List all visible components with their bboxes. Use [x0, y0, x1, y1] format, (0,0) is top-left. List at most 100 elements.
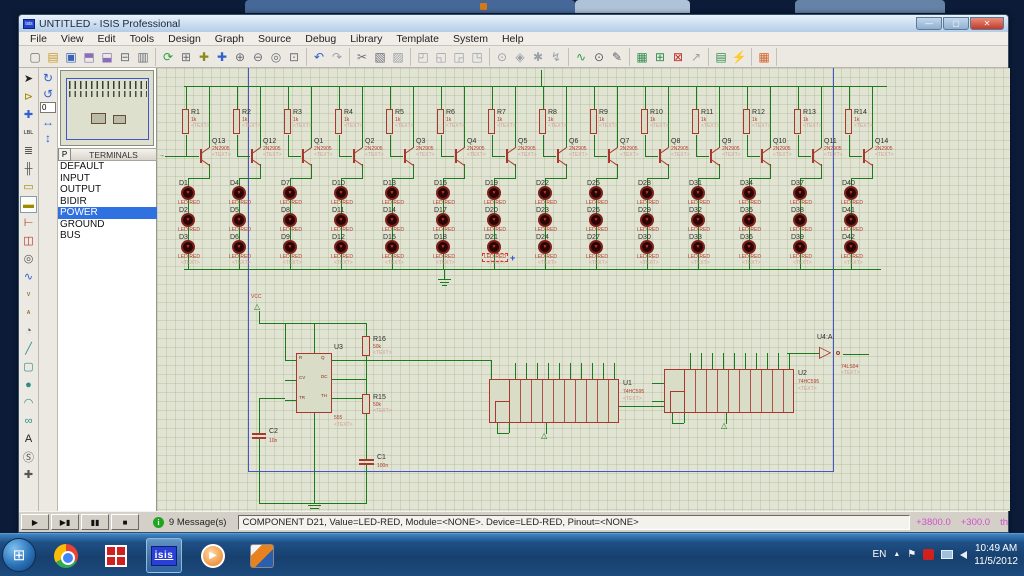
led-D19[interactable]: ▼: [487, 186, 501, 200]
resistor-R6[interactable]: [437, 109, 444, 134]
resistor-R5[interactable]: [386, 109, 393, 134]
led-D6[interactable]: ▼: [232, 240, 246, 254]
terminal-item-power[interactable]: POWER: [58, 207, 157, 219]
device-pins-mode-icon[interactable]: ⊢: [20, 214, 37, 231]
led-D1[interactable]: ▼: [181, 186, 195, 200]
zoom-all-icon[interactable]: ◎: [267, 48, 285, 66]
step-button[interactable]: ▶▮: [51, 514, 79, 530]
capacitor-C1[interactable]: [359, 459, 374, 461]
menu-item-edit[interactable]: Edit: [91, 33, 123, 45]
transistor-Q8[interactable]: [656, 146, 672, 166]
led-D39[interactable]: ▼: [793, 240, 807, 254]
transistor-Q2[interactable]: [350, 146, 366, 166]
2d-symbol-mode-icon[interactable]: Ⓢ: [20, 448, 37, 465]
terminal-item-ground[interactable]: GROUND: [58, 219, 157, 231]
transistor-Q4[interactable]: [452, 146, 468, 166]
stop-button[interactable]: ■: [111, 514, 139, 530]
language-indicator[interactable]: EN: [872, 549, 886, 560]
led-D25[interactable]: ▼: [589, 186, 603, 200]
led-D30[interactable]: ▼: [640, 240, 654, 254]
resistor-R12[interactable]: [743, 109, 750, 134]
menu-item-view[interactable]: View: [54, 33, 91, 45]
selection-mode-icon[interactable]: ➤: [20, 70, 37, 87]
rotation-angle-input[interactable]: [40, 102, 56, 113]
block-delete-icon[interactable]: ◳: [468, 48, 486, 66]
menu-item-debug[interactable]: Debug: [298, 33, 343, 45]
resistor-R9[interactable]: [590, 109, 597, 134]
title-bar[interactable]: isis UNTITLED - ISIS Professional — ▢ ✕: [19, 15, 1008, 32]
mirror-horizontal-button[interactable]: ↔: [40, 114, 56, 129]
search-and-tag-icon[interactable]: ⊙: [590, 48, 608, 66]
undo-icon[interactable]: ↶: [310, 48, 328, 66]
2d-box-mode-icon[interactable]: ▢: [20, 358, 37, 375]
maximize-button[interactable]: ▢: [943, 17, 969, 30]
transistor-Q12[interactable]: [248, 146, 264, 166]
bill-of-materials-icon[interactable]: ▤: [712, 48, 730, 66]
led-D7[interactable]: ▼: [283, 186, 297, 200]
led-D2[interactable]: ▼: [181, 213, 195, 227]
terminal-item-output[interactable]: OUTPUT: [58, 184, 157, 196]
netlist-to-ares-icon[interactable]: ▦: [755, 48, 773, 66]
subcircuit-mode-icon[interactable]: ▭: [20, 178, 37, 195]
design-explorer-icon[interactable]: ▦: [633, 48, 651, 66]
transistor-Q10[interactable]: [758, 146, 774, 166]
led-D9[interactable]: ▼: [283, 240, 297, 254]
led-D41[interactable]: ▼: [844, 213, 858, 227]
goto-sheet-icon[interactable]: ↗: [687, 48, 705, 66]
2d-line-mode-icon[interactable]: ╱: [20, 340, 37, 357]
terminal-item-bus[interactable]: BUS: [58, 230, 157, 242]
2d-text-mode-icon[interactable]: A: [20, 430, 37, 447]
voltage-probe-mode-icon[interactable]: V: [20, 286, 37, 303]
transistor-Q14[interactable]: [860, 146, 876, 166]
inverter-U4:A[interactable]: ▷: [819, 345, 831, 361]
led-D4[interactable]: ▼: [232, 186, 246, 200]
transistor-Q3[interactable]: [401, 146, 417, 166]
menu-item-graph[interactable]: Graph: [208, 33, 251, 45]
taskbar-clock[interactable]: 10:49 AM 11/5/2012: [974, 542, 1018, 568]
zoom-area-icon[interactable]: ⊡: [285, 48, 303, 66]
led-D38[interactable]: ▼: [793, 213, 807, 227]
virtual-instruments-mode-icon[interactable]: ◔: [20, 322, 37, 339]
close-button[interactable]: ✕: [970, 17, 1004, 30]
zoom-out-icon[interactable]: ⊖: [249, 48, 267, 66]
cut-icon[interactable]: ✂: [353, 48, 371, 66]
action-center-flag-icon[interactable]: ⚑: [907, 549, 916, 560]
graph-mode-icon[interactable]: ◫: [20, 232, 37, 249]
rotate-cw-button[interactable]: ↻: [40, 70, 56, 85]
taskbar-app-media-player[interactable]: ▶: [195, 538, 231, 573]
led-D12[interactable]: ▼: [334, 240, 348, 254]
show-hidden-icons[interactable]: ▲: [893, 551, 900, 558]
resistor-R1[interactable]: [182, 109, 189, 134]
rotate-ccw-button[interactable]: ↺: [40, 86, 56, 101]
2d-circle-mode-icon[interactable]: ●: [20, 376, 37, 393]
terminals-mode-icon[interactable]: ▬: [20, 196, 37, 213]
capacitor-C2[interactable]: [252, 433, 266, 435]
led-D21[interactable]: ▼: [487, 240, 501, 254]
resistor-R8[interactable]: [539, 109, 546, 134]
overview-minimap[interactable]: [60, 70, 154, 146]
print-icon[interactable]: ⊟: [116, 48, 134, 66]
new-file-icon[interactable]: ▢: [26, 48, 44, 66]
wire-autorouter-icon[interactable]: ∿: [572, 48, 590, 66]
led-D10[interactable]: ▼: [334, 186, 348, 200]
start-button[interactable]: ⊞: [2, 538, 36, 572]
generator-mode-icon[interactable]: ∿: [20, 268, 37, 285]
menu-item-help[interactable]: Help: [495, 33, 531, 45]
block-move-icon[interactable]: ◱: [432, 48, 450, 66]
taskbar-app-chrome[interactable]: [48, 538, 84, 573]
resistor-R11[interactable]: [692, 109, 699, 134]
transistor-Q11[interactable]: [809, 146, 825, 166]
led-D5[interactable]: ▼: [232, 213, 246, 227]
led-D22[interactable]: ▼: [538, 186, 552, 200]
schematic-canvas[interactable]: →R11k<TEXT>Q132N2905<TEXT>D1▼LED-REDD2▼L…: [157, 68, 1010, 511]
resistor-R2[interactable]: [233, 109, 240, 134]
mirror-vertical-button[interactable]: ↕: [40, 130, 56, 145]
redo-icon[interactable]: ↷: [328, 48, 346, 66]
led-D20[interactable]: ▼: [487, 213, 501, 227]
resistor-R14[interactable]: [845, 109, 852, 134]
menu-item-system[interactable]: System: [446, 33, 495, 45]
led-D16[interactable]: ▼: [436, 186, 450, 200]
menu-item-library[interactable]: Library: [343, 33, 389, 45]
terminal-item-bidir[interactable]: BIDIR: [58, 196, 157, 208]
paste-icon[interactable]: ▨: [389, 48, 407, 66]
